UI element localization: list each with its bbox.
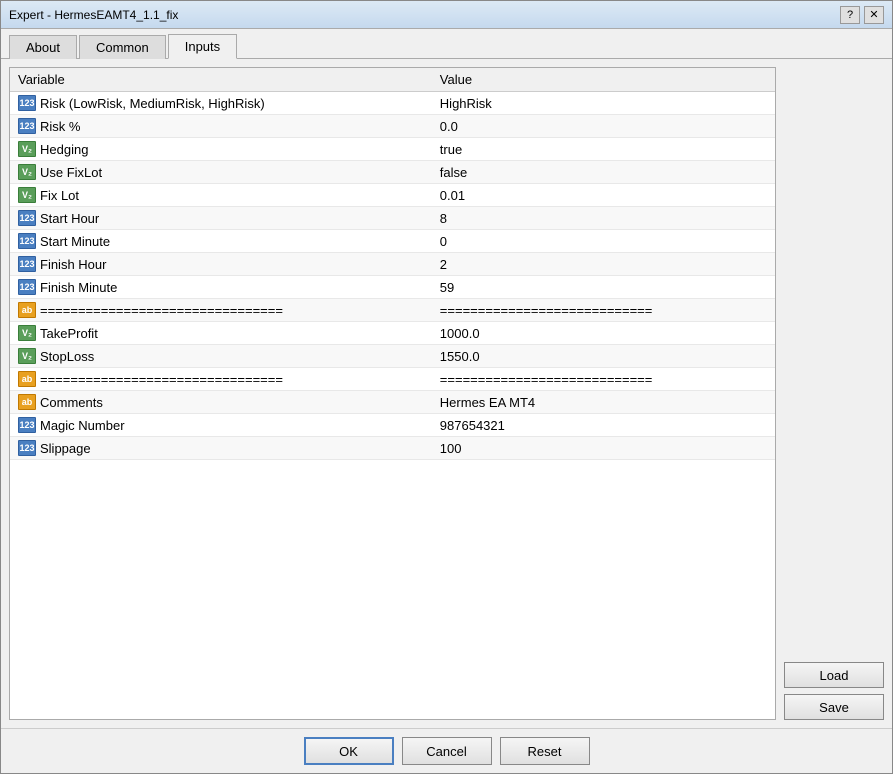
table-row[interactable]: 123Finish Hour2: [10, 253, 775, 276]
type-icon: 123: [18, 95, 36, 111]
content-area: Variable Value 123Risk (LowRisk, MediumR…: [1, 59, 892, 728]
close-button[interactable]: ✕: [864, 6, 884, 24]
type-icon: ab: [18, 371, 36, 387]
table-cell-value: 987654321: [432, 414, 775, 437]
type-icon: 123: [18, 118, 36, 134]
table-cell-variable: V₂StopLoss: [10, 345, 432, 368]
table-cell-value: 100: [432, 437, 775, 460]
type-icon: ab: [18, 394, 36, 410]
column-variable: Variable: [10, 68, 432, 92]
variables-table: Variable Value 123Risk (LowRisk, MediumR…: [10, 68, 775, 460]
type-icon: 123: [18, 210, 36, 226]
table-row[interactable]: 123Magic Number987654321: [10, 414, 775, 437]
type-icon: V₂: [18, 187, 36, 203]
type-icon: V₂: [18, 164, 36, 180]
table-row[interactable]: ab======================================…: [10, 299, 775, 322]
table-row[interactable]: 123Slippage100: [10, 437, 775, 460]
type-icon: 123: [18, 256, 36, 272]
window-title: Expert - HermesEAMT4_1.1_fix: [9, 8, 178, 22]
table-cell-variable: 123Slippage: [10, 437, 432, 460]
table-cell-value: ============================: [432, 368, 775, 391]
table-cell-value: 0.01: [432, 184, 775, 207]
table-cell-variable: V₂Fix Lot: [10, 184, 432, 207]
cancel-button[interactable]: Cancel: [402, 737, 492, 765]
reset-button[interactable]: Reset: [500, 737, 590, 765]
help-button[interactable]: ?: [840, 6, 860, 24]
main-window: Expert - HermesEAMT4_1.1_fix ? ✕ About C…: [0, 0, 893, 774]
variables-table-container: Variable Value 123Risk (LowRisk, MediumR…: [9, 67, 776, 720]
table-cell-variable: 123Finish Hour: [10, 253, 432, 276]
type-icon: 123: [18, 417, 36, 433]
tab-about[interactable]: About: [9, 35, 77, 59]
table-row[interactable]: V₂Use FixLotfalse: [10, 161, 775, 184]
table-cell-value: 0.0: [432, 115, 775, 138]
table-row[interactable]: 123Start Minute0: [10, 230, 775, 253]
ok-button[interactable]: OK: [304, 737, 394, 765]
type-icon: V₂: [18, 325, 36, 341]
table-row[interactable]: V₂Hedgingtrue: [10, 138, 775, 161]
action-buttons: Load Save: [784, 656, 884, 720]
table-cell-value: true: [432, 138, 775, 161]
table-row[interactable]: V₂Fix Lot0.01: [10, 184, 775, 207]
table-header-row: Variable Value: [10, 68, 775, 92]
type-icon: V₂: [18, 348, 36, 364]
table-cell-variable: 123Magic Number: [10, 414, 432, 437]
tab-bar: About Common Inputs: [1, 29, 892, 59]
table-cell-value: 2: [432, 253, 775, 276]
load-button[interactable]: Load: [784, 662, 884, 688]
table-cell-value: Hermes EA MT4: [432, 391, 775, 414]
table-cell-variable: ab================================: [10, 368, 432, 391]
table-cell-variable: 123Finish Minute: [10, 276, 432, 299]
type-icon: ab: [18, 302, 36, 318]
table-cell-value: false: [432, 161, 775, 184]
table-cell-variable: 123Start Minute: [10, 230, 432, 253]
table-row[interactable]: 123Risk %0.0: [10, 115, 775, 138]
table-cell-value: 8: [432, 207, 775, 230]
table-cell-variable: 123Start Hour: [10, 207, 432, 230]
table-cell-value: 59: [432, 276, 775, 299]
type-icon: 123: [18, 440, 36, 456]
table-cell-value: 1550.0: [432, 345, 775, 368]
type-icon: V₂: [18, 141, 36, 157]
save-button[interactable]: Save: [784, 694, 884, 720]
footer-buttons: OK Cancel Reset: [1, 728, 892, 773]
column-value: Value: [432, 68, 775, 92]
table-cell-variable: abComments: [10, 391, 432, 414]
table-cell-value: 1000.0: [432, 322, 775, 345]
tab-inputs[interactable]: Inputs: [168, 34, 237, 59]
type-icon: 123: [18, 233, 36, 249]
table-row[interactable]: ab======================================…: [10, 368, 775, 391]
table-row[interactable]: V₂TakeProfit1000.0: [10, 322, 775, 345]
table-cell-variable: 123Risk (LowRisk, MediumRisk, HighRisk): [10, 92, 432, 115]
table-cell-variable: 123Risk %: [10, 115, 432, 138]
type-icon: 123: [18, 279, 36, 295]
table-cell-value: HighRisk: [432, 92, 775, 115]
table-cell-value: 0: [432, 230, 775, 253]
table-row[interactable]: 123Risk (LowRisk, MediumRisk, HighRisk)H…: [10, 92, 775, 115]
table-cell-value: ============================: [432, 299, 775, 322]
title-buttons: ? ✕: [840, 6, 884, 24]
tab-common[interactable]: Common: [79, 35, 166, 59]
title-bar: Expert - HermesEAMT4_1.1_fix ? ✕: [1, 1, 892, 29]
table-row[interactable]: V₂StopLoss1550.0: [10, 345, 775, 368]
table-row[interactable]: 123Finish Minute59: [10, 276, 775, 299]
table-cell-variable: V₂TakeProfit: [10, 322, 432, 345]
table-cell-variable: V₂Use FixLot: [10, 161, 432, 184]
table-cell-variable: ab================================: [10, 299, 432, 322]
table-cell-variable: V₂Hedging: [10, 138, 432, 161]
table-row[interactable]: abCommentsHermes EA MT4: [10, 391, 775, 414]
table-row[interactable]: 123Start Hour8: [10, 207, 775, 230]
